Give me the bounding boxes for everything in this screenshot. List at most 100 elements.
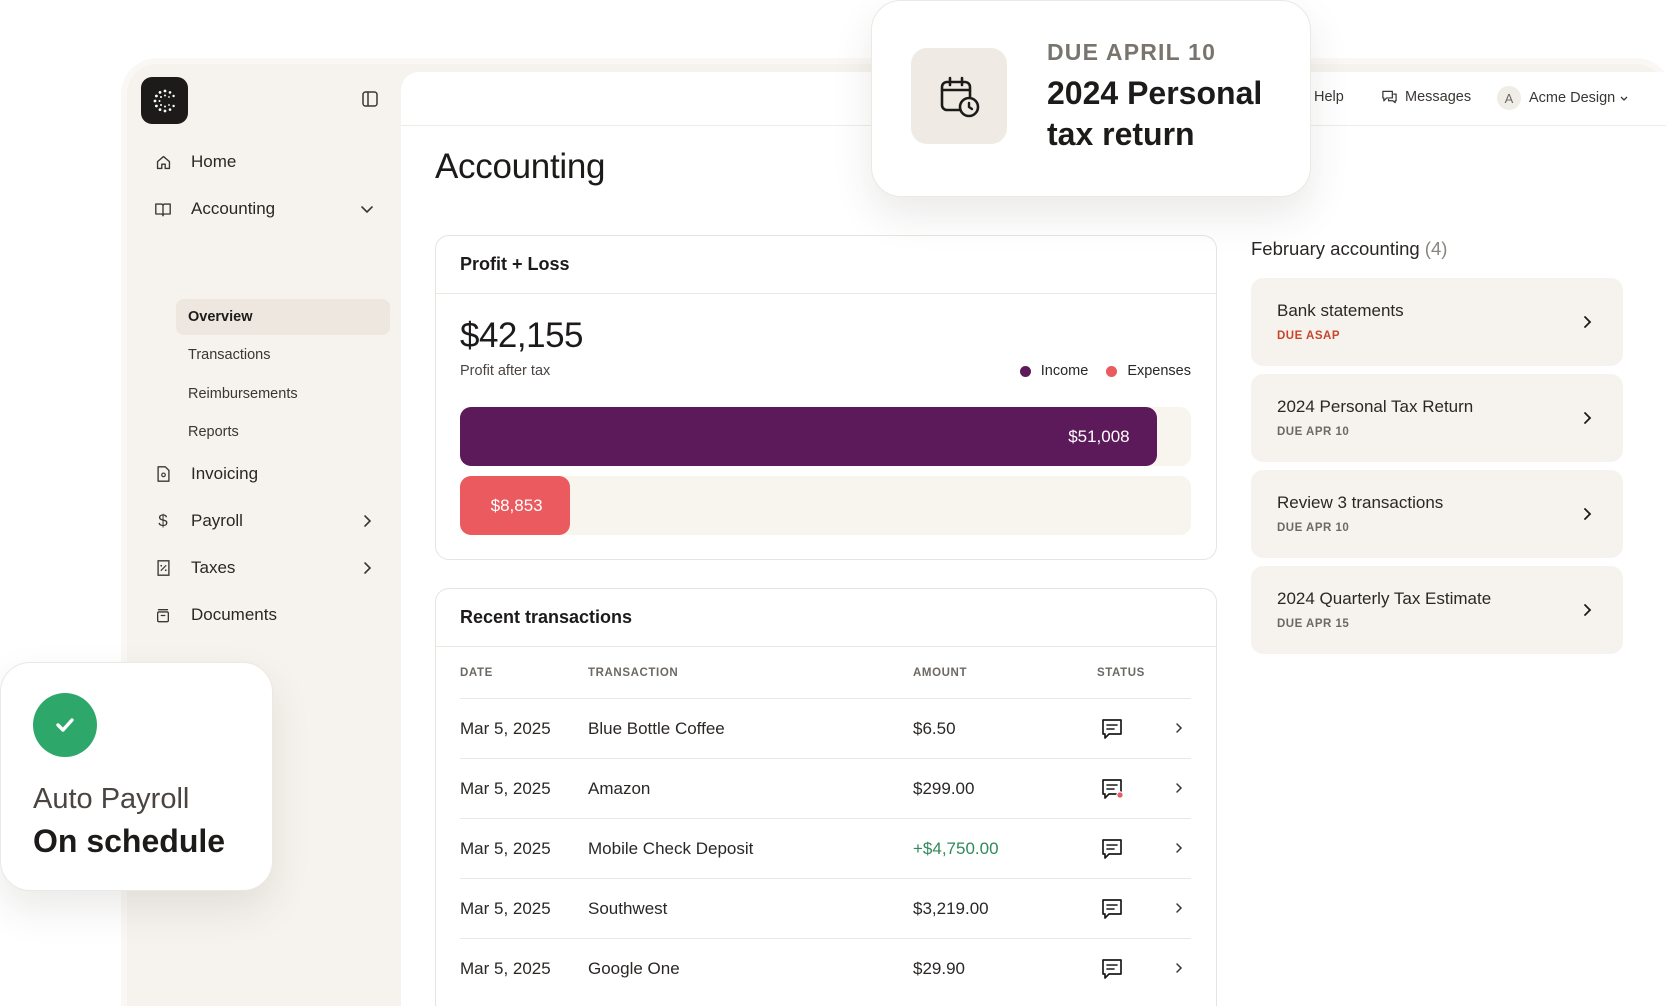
sidebar-item-label: Documents bbox=[191, 605, 277, 624]
tx-amount: $6.50 bbox=[913, 719, 956, 738]
comment-icon[interactable] bbox=[1100, 957, 1124, 981]
chevron-right-icon[interactable] bbox=[1172, 841, 1186, 855]
profit-amount: $42,155 bbox=[460, 316, 584, 355]
comment-icon[interactable] bbox=[1100, 717, 1124, 741]
due-item-title: 2024 Quarterly Tax Estimate bbox=[1277, 589, 1492, 608]
column-header-date: DATE bbox=[460, 667, 493, 679]
sidebar-sub-transactions[interactable]: Transactions bbox=[176, 337, 390, 373]
payroll-label: Auto Payroll bbox=[33, 783, 190, 815]
invoice-icon bbox=[153, 464, 173, 484]
card-title: Recent transactions bbox=[460, 607, 633, 627]
chevron-down-icon bbox=[1620, 96, 1628, 101]
due-item-date: DUE APR 10 bbox=[1277, 426, 1350, 438]
income-bar-track: $51,008 bbox=[460, 407, 1191, 466]
february-title: February accounting (4) bbox=[1251, 238, 1447, 260]
tx-name: Google One bbox=[588, 959, 680, 978]
calendar-clock-icon bbox=[911, 48, 1007, 144]
divider bbox=[436, 646, 1216, 647]
due-item-date: DUE APR 15 bbox=[1277, 618, 1350, 630]
expenses-dot bbox=[1106, 365, 1118, 377]
sidebar-item-label: Payroll bbox=[191, 511, 243, 530]
messages-link[interactable]: Messages bbox=[1381, 89, 1471, 105]
due-item-date: DUE APR 10 bbox=[1277, 522, 1350, 534]
sidebar-sub-overview[interactable]: Overview bbox=[176, 299, 390, 335]
sidebar-sub-reports[interactable]: Reports bbox=[176, 414, 390, 450]
tx-amount: $299.00 bbox=[913, 779, 975, 798]
sidebar-item-label: Taxes bbox=[191, 558, 236, 577]
divider bbox=[436, 293, 1216, 294]
messages-icon bbox=[1382, 90, 1397, 104]
book-icon bbox=[153, 199, 173, 219]
expenses-value: $8,853 bbox=[490, 495, 543, 515]
column-header-amount: AMOUNT bbox=[913, 667, 968, 679]
table-row[interactable]: Mar 5, 2025 Mobile Check Deposit +$4,750… bbox=[460, 818, 1191, 878]
tx-amount: +$4,750.00 bbox=[913, 839, 999, 858]
sidebar-item-label: Accounting bbox=[191, 199, 276, 218]
tx-date: Mar 5, 2025 bbox=[460, 959, 551, 978]
account-menu[interactable]: A Acme Design bbox=[1497, 86, 1637, 110]
account-name: Acme Design bbox=[1529, 90, 1616, 106]
table-row[interactable]: Mar 5, 2025 Blue Bottle Coffee $6.50 bbox=[460, 698, 1191, 758]
expenses-bar[interactable]: $8,853 bbox=[460, 476, 570, 535]
column-header-transaction: TRANSACTION bbox=[588, 667, 679, 679]
chevron-down-icon[interactable] bbox=[358, 200, 376, 218]
profit-subtitle: Profit after tax bbox=[460, 363, 551, 379]
app-logo[interactable] bbox=[141, 77, 188, 124]
payroll-status-card[interactable]: Auto Payroll On schedule bbox=[0, 662, 273, 891]
due-item-card[interactable]: 2024 Personal Tax Return DUE APR 10 bbox=[1251, 374, 1623, 462]
legend-expenses: Expenses bbox=[1106, 363, 1191, 379]
sidebar-item-invoicing[interactable]: Invoicing bbox=[141, 456, 386, 492]
tx-date: Mar 5, 2025 bbox=[460, 839, 551, 858]
sidebar-sub-reimbursements[interactable]: Reimbursements bbox=[176, 376, 390, 412]
comment-icon[interactable] bbox=[1100, 837, 1124, 861]
due-item-card[interactable]: Bank statements DUE ASAP bbox=[1251, 278, 1623, 366]
income-value: $51,008 bbox=[1068, 426, 1130, 446]
tax-due-date: DUE APRIL 10 bbox=[1047, 39, 1217, 65]
chevron-right-icon[interactable] bbox=[1172, 781, 1186, 795]
due-item-card[interactable]: Review 3 transactions DUE APR 10 bbox=[1251, 470, 1623, 558]
home-icon bbox=[153, 152, 173, 172]
sidebar-item-label: Invoicing bbox=[191, 464, 259, 483]
table-row[interactable]: Mar 5, 2025 Google One $29.90 bbox=[460, 938, 1191, 998]
due-item-card[interactable]: 2024 Quarterly Tax Estimate DUE APR 15 bbox=[1251, 566, 1623, 654]
chevron-right-icon bbox=[1584, 508, 1592, 520]
messages-label: Messages bbox=[1405, 89, 1472, 105]
tx-date: Mar 5, 2025 bbox=[460, 719, 551, 738]
comment-icon[interactable] bbox=[1100, 897, 1124, 921]
chevron-right-icon bbox=[1584, 604, 1592, 616]
sidebar-item-taxes[interactable]: Taxes bbox=[141, 550, 386, 586]
table-row[interactable]: Mar 5, 2025 Southwest $3,219.00 bbox=[460, 878, 1191, 938]
chevron-right-icon[interactable] bbox=[1172, 961, 1186, 975]
sidebar-sub-label: Reimbursements bbox=[188, 386, 298, 402]
check-icon bbox=[33, 693, 97, 757]
chevron-right-icon[interactable] bbox=[1172, 721, 1186, 735]
chevron-right-icon[interactable] bbox=[358, 559, 376, 577]
sidebar-item-payroll[interactable]: $ Payroll bbox=[141, 503, 386, 539]
legend-label: Income bbox=[1040, 363, 1089, 379]
due-item-title: 2024 Personal Tax Return bbox=[1277, 397, 1474, 416]
logo-mark-icon bbox=[153, 89, 175, 112]
chevron-right-icon[interactable] bbox=[1172, 901, 1186, 915]
sidebar-item-label: Home bbox=[191, 152, 237, 171]
profit-loss-card: Profit + Loss $42,155 Profit after tax I… bbox=[435, 235, 1217, 560]
tax-reminder-card[interactable]: DUE APRIL 10 2024 Personal tax return bbox=[871, 0, 1311, 197]
expenses-bar-track: $8,853 bbox=[460, 476, 1191, 535]
chevron-right-icon[interactable] bbox=[358, 512, 376, 530]
tx-amount: $3,219.00 bbox=[913, 899, 989, 918]
legend-label: Expenses bbox=[1127, 363, 1191, 379]
sidebar-sub-label: Reports bbox=[188, 424, 239, 440]
sidebar-item-accounting[interactable]: Accounting bbox=[141, 191, 386, 227]
sidebar-item-documents[interactable]: Documents bbox=[141, 597, 386, 633]
payroll-status: On schedule bbox=[33, 823, 226, 859]
sidebar-item-home[interactable]: Home bbox=[141, 144, 386, 180]
comment-icon[interactable] bbox=[1100, 777, 1124, 801]
help-label: Help bbox=[1314, 89, 1344, 105]
card-title: Profit + Loss bbox=[460, 254, 570, 274]
table-row[interactable]: Mar 5, 2025 Amazon $299.00 bbox=[460, 758, 1191, 818]
tx-name: Blue Bottle Coffee bbox=[588, 719, 725, 738]
income-bar[interactable]: $51,008 bbox=[460, 407, 1157, 466]
dollar-icon: $ bbox=[158, 511, 168, 530]
collapse-sidebar-icon[interactable] bbox=[360, 89, 380, 109]
due-item-title: Review 3 transactions bbox=[1277, 493, 1444, 512]
page-title: Accounting bbox=[435, 147, 606, 186]
